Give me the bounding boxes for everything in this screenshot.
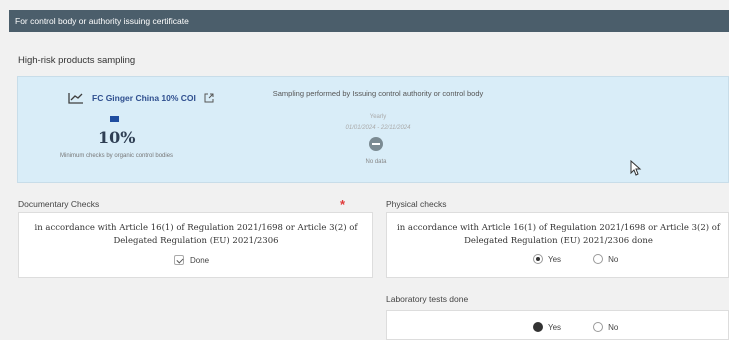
physical-checks-text: in accordance with Article 16(1) of Regu… [396,223,721,246]
sampling-card: FC Ginger China 10% COI 10% Minimum chec… [17,76,729,183]
line-chart-icon [68,93,83,104]
documentary-checks-card: in accordance with Article 16(1) of Regu… [18,212,373,278]
done-checkbox[interactable] [174,255,184,265]
physical-yes-radio[interactable] [533,254,543,264]
physical-no-label: No [608,254,619,264]
required-indicator: * [340,197,346,212]
laboratory-radio-group: Yes No [533,322,618,332]
sampling-period: 01/01/2024 - 22/11/2024 [345,125,411,131]
minus-circle-icon [369,137,383,151]
laboratory-yes-label: Yes [548,322,562,332]
laboratory-no-radio[interactable] [593,322,604,332]
done-checkbox-row[interactable]: Done [174,255,209,265]
sampling-performed-by: Sampling performed by Issuing control au… [272,89,484,98]
external-link-icon[interactable] [204,93,214,103]
flag-icon [110,116,119,122]
header-bar: For control body or authority issuing ce… [9,10,729,32]
done-label: Done [190,255,210,265]
physical-no-radio[interactable] [593,254,604,264]
header-title: For control body or authority issuing ce… [15,16,189,26]
physical-checks-radio-group: Yes No [533,254,618,264]
documentary-checks-label: Documentary Checks [18,199,100,209]
status-text: No data [365,159,387,165]
product-line: FC Ginger China 10% COI [68,92,214,104]
physical-checks-card: in accordance with Article 16(1) of Regu… [386,212,729,278]
sampling-frequency: Yearly [369,114,387,120]
section-title: High-risk products sampling [18,55,136,66]
documentary-checks-text: in accordance with Article 16(1) of Regu… [34,223,358,246]
physical-yes-label: Yes [548,254,562,264]
percentage-caption: Minimum checks by organic control bodies [60,153,174,159]
percentage-value: 10% [98,128,136,147]
physical-checks-label: Physical checks [386,199,447,209]
laboratory-no-label: No [608,322,619,332]
laboratory-tests-card: Yes No [386,310,729,340]
laboratory-tests-label: Laboratory tests done [386,294,469,304]
mouse-cursor-icon [630,160,642,176]
laboratory-yes-radio[interactable] [533,322,543,332]
product-name[interactable]: FC Ginger China 10% COI [92,93,196,103]
